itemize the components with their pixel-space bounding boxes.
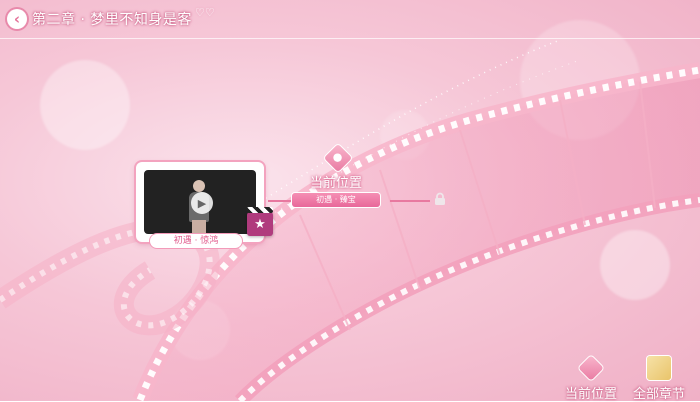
all-chapters-label: 全部章节: [632, 387, 685, 402]
story-node-2[interactable]: 初遇 · 臻宝: [292, 193, 380, 207]
lock-icon: [433, 192, 447, 206]
chevron-left-icon: ‹: [13, 10, 21, 28]
play-icon[interactable]: ▶: [191, 192, 213, 214]
figure-head: [193, 180, 205, 192]
top-bar: ‹ 第二章 · 梦里不知身是客 ♡♡: [0, 0, 700, 38]
current-position-label: 当前位置: [564, 387, 617, 402]
current-position-marker: 当前位置: [310, 176, 363, 191]
all-chapters-button[interactable]: 全部章节: [626, 356, 692, 402]
header-divider: [0, 38, 700, 39]
chapter-title: 第二章 · 梦里不知身是客: [32, 12, 192, 28]
path-connector: [268, 200, 292, 202]
location-pin-icon: [578, 355, 604, 381]
path-connector: [390, 200, 430, 202]
story-node-1[interactable]: ▶: [136, 162, 264, 242]
back-button[interactable]: ‹: [7, 9, 27, 29]
story-node-1-label: 初遇 · 惊鸿: [150, 234, 242, 248]
current-position-button[interactable]: 当前位置: [560, 355, 622, 402]
figure-legs: [192, 220, 206, 234]
heart-decoration: ♡♡: [195, 6, 215, 19]
video-thumbnail[interactable]: ▶: [144, 170, 256, 234]
clapperboard-icon[interactable]: ★: [247, 207, 273, 236]
map-icon: [647, 356, 671, 380]
